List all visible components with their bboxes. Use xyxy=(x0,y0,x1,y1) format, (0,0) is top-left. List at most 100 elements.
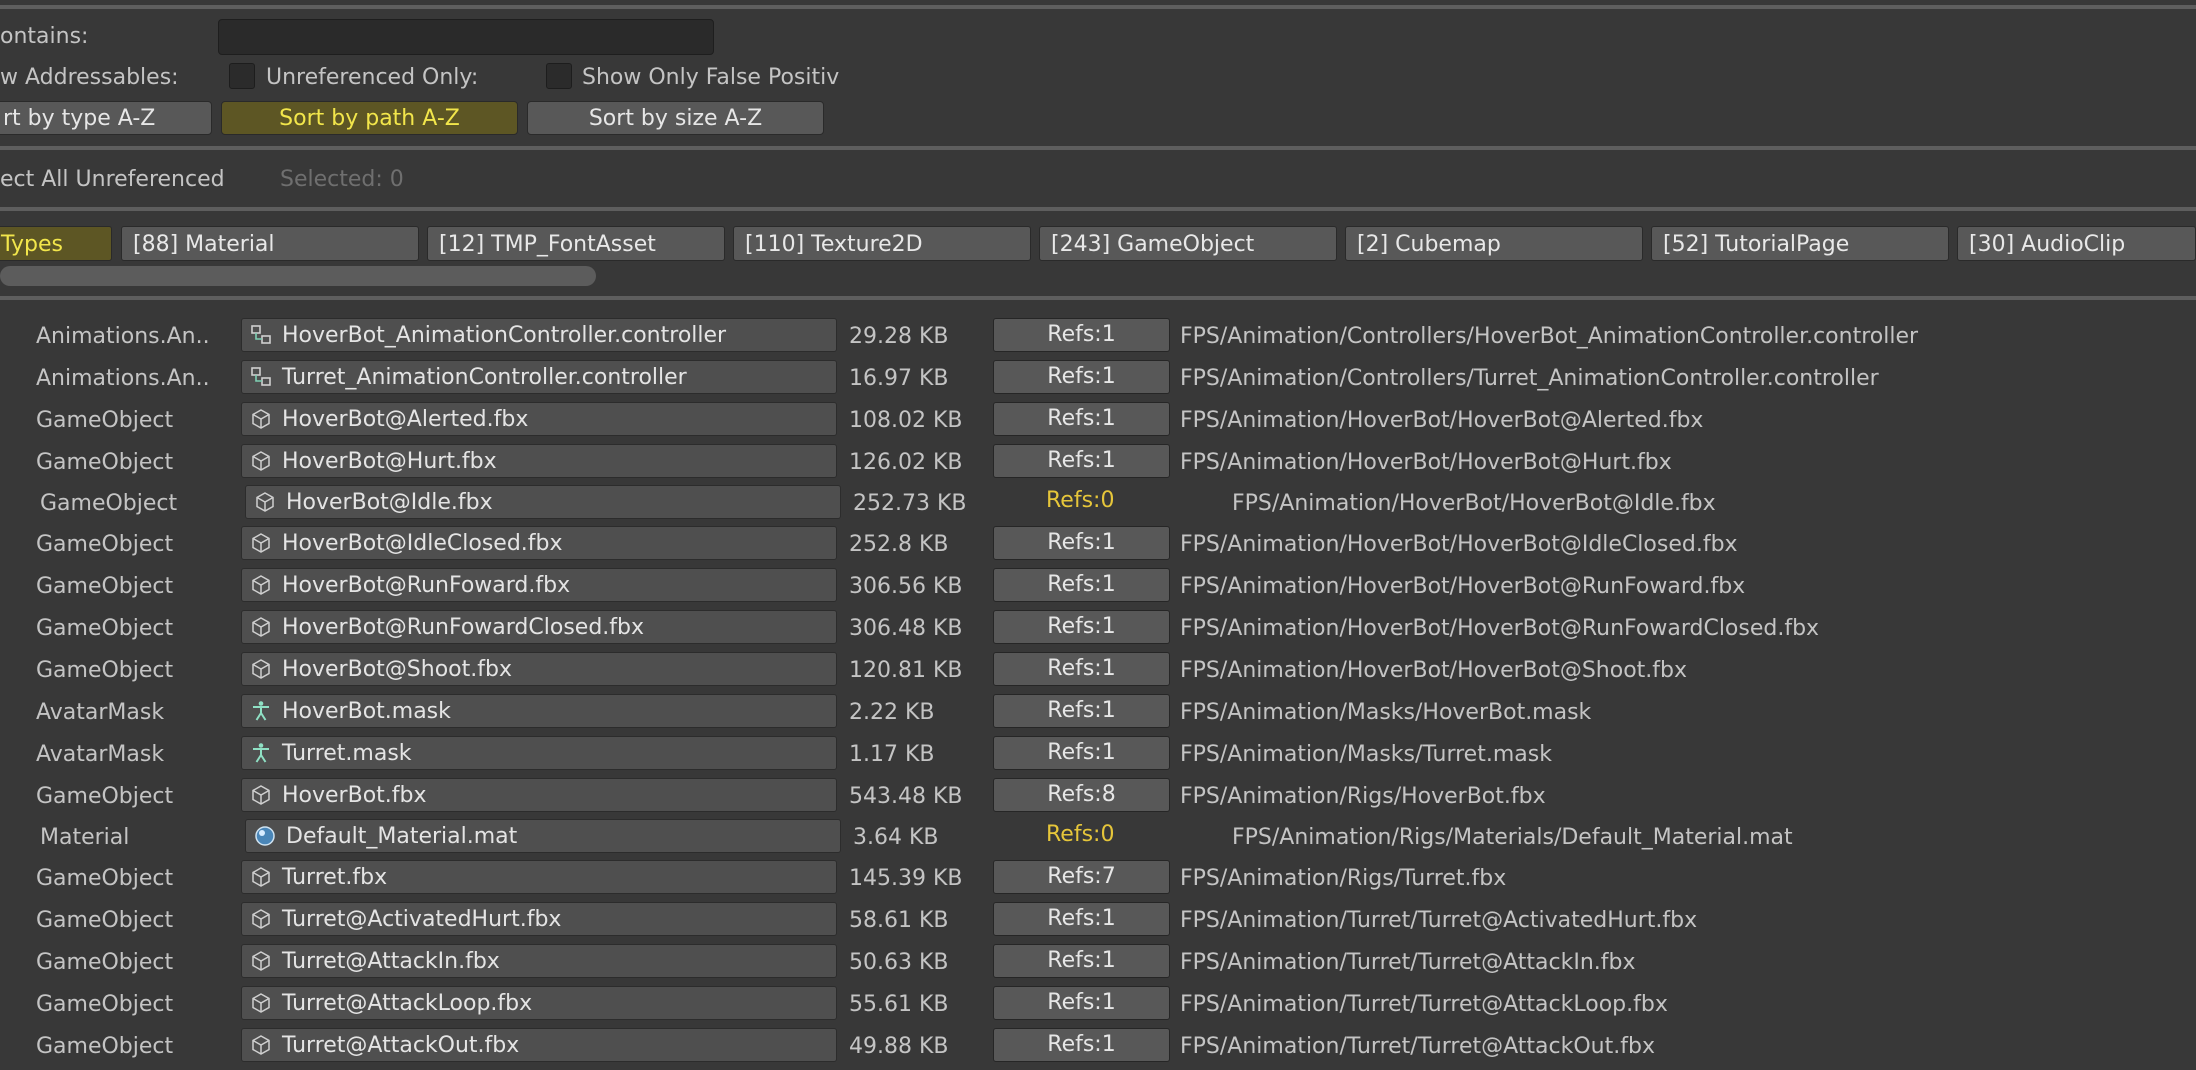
select-all-unreferenced-button[interactable]: ect All Unreferenced xyxy=(0,167,225,192)
asset-path: FPS/Animation/Turret/Turret@AttackLoop.f… xyxy=(1180,992,1668,1017)
table-row: AvatarMask Turret.mask 1.17 KB Refs:1 FPS/An… xyxy=(0,733,2196,775)
table-row: GameObject HoverBot@IdleClosed.fbx 252.8 K… xyxy=(0,523,2196,565)
asset-size: 50.63 KB xyxy=(849,950,949,975)
sort-by-path-button[interactable]: Sort by path A-Z xyxy=(221,101,518,135)
tab-texture2d[interactable]: [110] Texture2D xyxy=(733,226,1031,261)
refs-button[interactable]: Refs:1 xyxy=(993,902,1170,936)
tab-gameobject[interactable]: [243] GameObject xyxy=(1039,226,1337,261)
refs-button[interactable]: Refs:1 xyxy=(993,986,1170,1020)
sort-by-type-button[interactable]: rt by type A-Z xyxy=(0,101,212,135)
asset-size: 126.02 KB xyxy=(849,450,963,475)
asset-size: 58.61 KB xyxy=(849,908,949,933)
asset-path: FPS/Animation/Controllers/HoverBot_Anima… xyxy=(1180,324,1919,349)
asset-object-field[interactable]: Turret@AttackOut.fbx xyxy=(241,1028,837,1062)
tab-material[interactable]: [88] Material xyxy=(121,226,419,261)
asset-object-field[interactable]: HoverBot@RunFowardClosed.fbx xyxy=(241,610,837,644)
asset-object-field[interactable]: Turret_AnimationController.controller xyxy=(241,360,837,394)
asset-path: FPS/Animation/HoverBot/HoverBot@RunFowar… xyxy=(1180,616,1820,641)
asset-name: HoverBot@RunFoward.fbx xyxy=(282,573,571,598)
refs-button[interactable]: Refs:1 xyxy=(993,610,1170,644)
refs-button[interactable]: Refs:1 xyxy=(993,1028,1170,1062)
tab-audioclip[interactable]: [30] AudioClip xyxy=(1957,226,2196,261)
asset-size: 252.8 KB xyxy=(849,532,949,557)
asset-object-field[interactable]: HoverBot@RunFoward.fbx xyxy=(241,568,837,602)
selected-count: Selected: 0 xyxy=(280,167,404,192)
refs-button[interactable]: Refs:0 xyxy=(1046,819,1223,853)
refs-button[interactable]: Refs:1 xyxy=(993,318,1170,352)
refs-button[interactable]: Refs:1 xyxy=(993,652,1170,686)
model-cube-icon xyxy=(250,616,272,638)
refs-button[interactable]: Refs:1 xyxy=(993,444,1170,478)
tab-cubemap[interactable]: [2] Cubemap xyxy=(1345,226,1643,261)
asset-size: 1.17 KB xyxy=(849,742,935,767)
asset-type: GameObject xyxy=(36,784,174,809)
tab-tmp-fontasset[interactable]: [12] TMP_FontAsset xyxy=(427,226,725,261)
refs-button[interactable]: Refs:1 xyxy=(993,360,1170,394)
asset-path: FPS/Animation/Rigs/Turret.fbx xyxy=(1180,866,1507,891)
model-cube-icon xyxy=(250,1034,272,1056)
table-row: GameObject Turret.fbx 145.39 KB Refs:7 FPS/A… xyxy=(0,857,2196,899)
animator-controller-icon xyxy=(250,366,272,388)
top-separator xyxy=(0,5,2196,9)
refs-button[interactable]: Refs:1 xyxy=(993,736,1170,770)
tab-all-types[interactable]: Types xyxy=(0,226,112,261)
asset-object-field[interactable]: HoverBot@IdleClosed.fbx xyxy=(241,526,837,560)
sort-by-size-button[interactable]: Sort by size A-Z xyxy=(527,101,824,135)
asset-object-field[interactable]: Default_Material.mat xyxy=(245,819,841,853)
asset-object-field[interactable]: HoverBot.fbx xyxy=(241,778,837,812)
show-addressables-checkbox[interactable] xyxy=(229,63,255,89)
table-row: Animations.An.. Turret_AnimationControlle… xyxy=(0,357,2196,399)
table-row: AvatarMask HoverBot.mask 2.22 KB Refs:1 FPS/… xyxy=(0,691,2196,733)
model-cube-icon xyxy=(250,658,272,680)
asset-path: FPS/Animation/Masks/HoverBot.mask xyxy=(1180,700,1592,725)
table-row: GameObject HoverBot.fbx 543.48 KB Refs:8 FPS… xyxy=(0,775,2196,817)
refs-button[interactable]: Refs:0 xyxy=(1046,485,1223,519)
refs-button[interactable]: Refs:1 xyxy=(993,694,1170,728)
asset-path: FPS/Animation/HoverBot/HoverBot@Hurt.fbx xyxy=(1180,450,1672,475)
refs-button[interactable]: Refs:1 xyxy=(993,568,1170,602)
contains-input[interactable] xyxy=(218,19,714,55)
model-cube-icon xyxy=(254,491,276,513)
refs-button[interactable]: Refs:7 xyxy=(993,860,1170,894)
model-cube-icon xyxy=(250,908,272,930)
asset-path: FPS/Animation/HoverBot/HoverBot@RunFowar… xyxy=(1180,574,1746,599)
asset-object-field[interactable]: HoverBot@Alerted.fbx xyxy=(241,402,837,436)
asset-type: GameObject xyxy=(36,866,174,891)
asset-name: HoverBot_AnimationController.controller xyxy=(282,323,727,348)
refs-button[interactable]: Refs:1 xyxy=(993,526,1170,560)
asset-name: HoverBot@RunFowardClosed.fbx xyxy=(282,615,645,640)
asset-type: GameObject xyxy=(40,491,178,516)
table-row: GameObject HoverBot@RunFoward.fbx 306.56 K… xyxy=(0,565,2196,607)
animator-controller-icon xyxy=(250,324,272,346)
asset-type: Animations.An.. xyxy=(36,324,210,349)
asset-path: FPS/Animation/HoverBot/HoverBot@Shoot.fb… xyxy=(1180,658,1688,683)
asset-object-field[interactable]: HoverBot@Hurt.fbx xyxy=(241,444,837,478)
refs-button[interactable]: Refs:8 xyxy=(993,778,1170,812)
model-cube-icon xyxy=(250,574,272,596)
asset-object-field[interactable]: HoverBot@Shoot.fbx xyxy=(241,652,837,686)
asset-name: HoverBot@Shoot.fbx xyxy=(282,657,512,682)
unreferenced-only-checkbox[interactable] xyxy=(546,63,572,89)
asset-object-field[interactable]: Turret.mask xyxy=(241,736,837,770)
asset-name: Turret@AttackLoop.fbx xyxy=(282,991,533,1016)
asset-path: FPS/Animation/Turret/Turret@AttackIn.fbx xyxy=(1180,950,1636,975)
asset-object-field[interactable]: HoverBot.mask xyxy=(241,694,837,728)
asset-object-field[interactable]: Turret@ActivatedHurt.fbx xyxy=(241,902,837,936)
refs-button[interactable]: Refs:1 xyxy=(993,402,1170,436)
table-row: GameObject HoverBot@Hurt.fbx 126.02 KB Refs… xyxy=(0,441,2196,483)
asset-object-field[interactable]: Turret@AttackIn.fbx xyxy=(241,944,837,978)
asset-name: Turret@AttackIn.fbx xyxy=(282,949,500,974)
asset-path: FPS/Animation/Turret/Turret@AttackOut.fb… xyxy=(1180,1034,1655,1059)
tab-tutorialpage[interactable]: [52] TutorialPage xyxy=(1651,226,1949,261)
asset-object-field[interactable]: HoverBot_AnimationController.controller xyxy=(241,318,837,352)
tabs-horizontal-scrollbar[interactable] xyxy=(0,266,596,286)
asset-name: HoverBot@Hurt.fbx xyxy=(282,449,497,474)
asset-type: GameObject xyxy=(36,950,174,975)
asset-path: FPS/Animation/Controllers/Turret_Animati… xyxy=(1180,366,1879,391)
refs-button[interactable]: Refs:1 xyxy=(993,944,1170,978)
asset-object-field[interactable]: HoverBot@Idle.fbx xyxy=(245,485,841,519)
asset-object-field[interactable]: Turret.fbx xyxy=(241,860,837,894)
asset-name: HoverBot@Idle.fbx xyxy=(286,490,493,515)
asset-type: GameObject xyxy=(36,616,174,641)
asset-object-field[interactable]: Turret@AttackLoop.fbx xyxy=(241,986,837,1020)
